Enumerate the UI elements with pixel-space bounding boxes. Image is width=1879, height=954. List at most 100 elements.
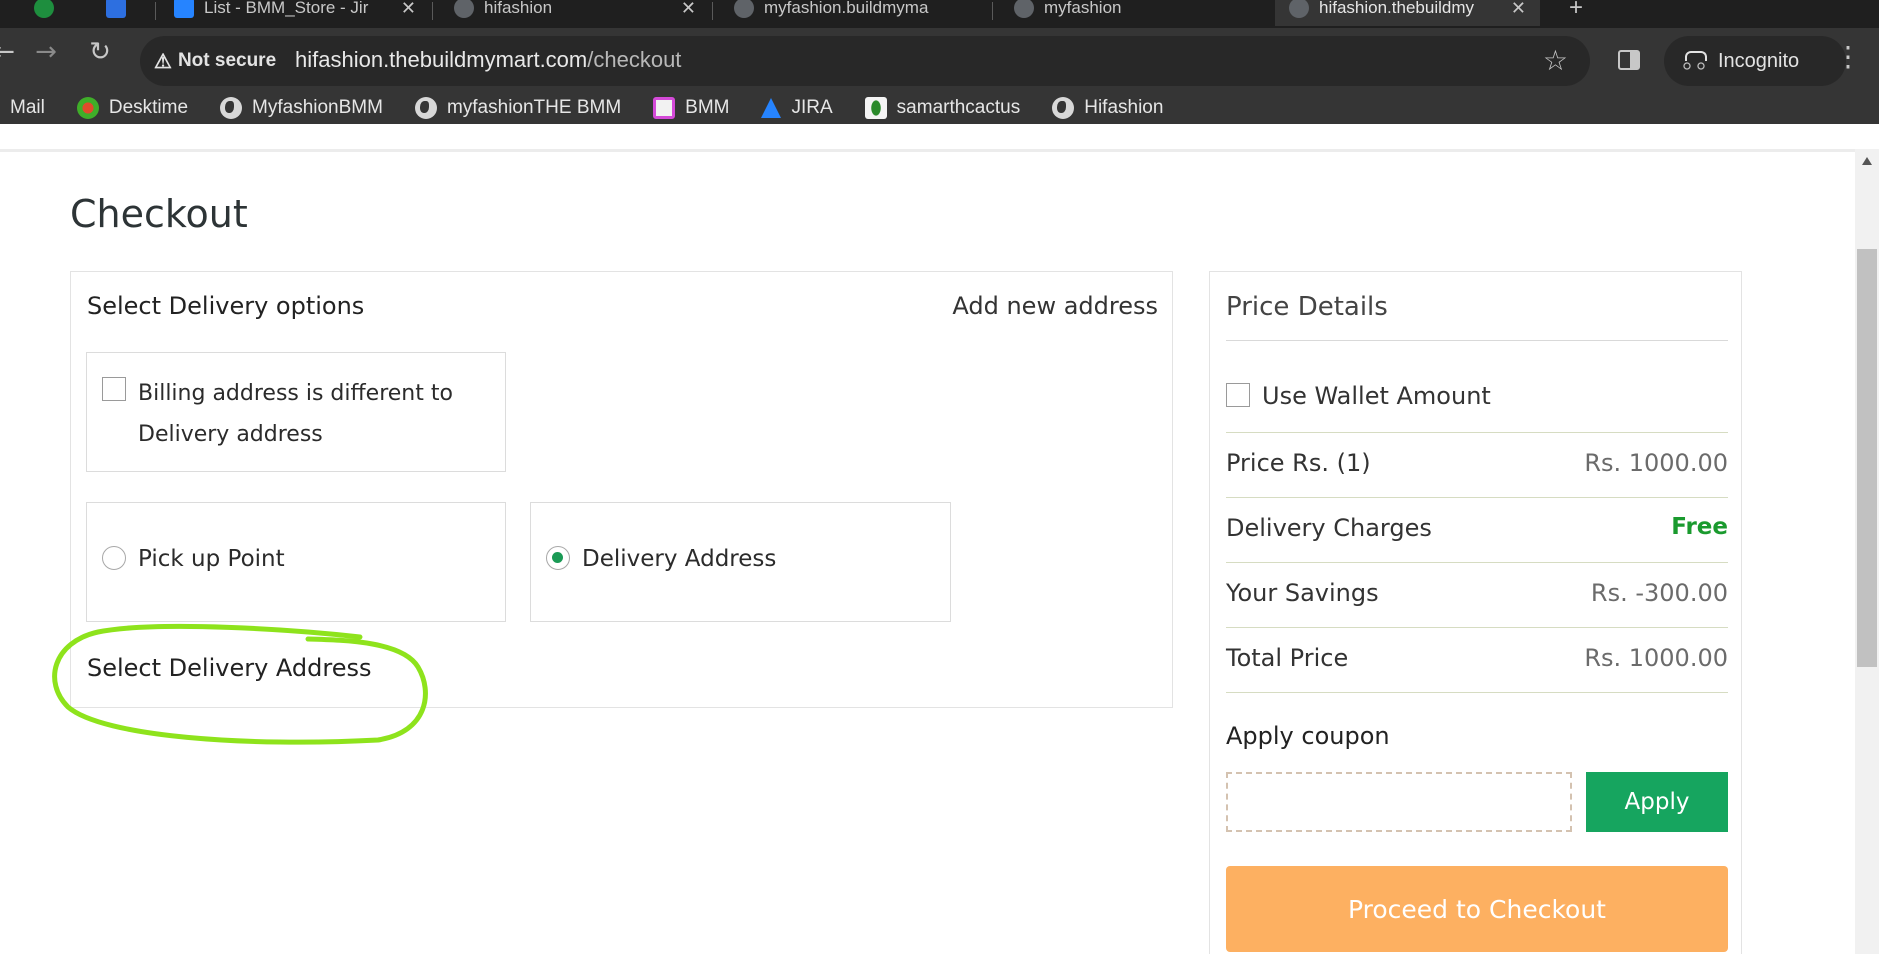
bookmark-label: BMM xyxy=(685,97,730,118)
billing-different-checkbox[interactable] xyxy=(102,377,126,401)
add-new-address-link[interactable]: Add new address xyxy=(952,292,1158,320)
coupon-input[interactable] xyxy=(1226,772,1572,832)
use-wallet-checkbox[interactable] xyxy=(1226,383,1250,407)
scroll-up-arrow-icon[interactable] xyxy=(1862,157,1872,165)
tab-favicon-icon xyxy=(106,0,126,18)
new-tab-button[interactable]: + xyxy=(1555,0,1595,26)
globe-icon xyxy=(734,0,754,18)
browser-tab[interactable] xyxy=(92,0,162,26)
browser-tab[interactable]: myfashion.buildmyma xyxy=(720,0,990,26)
incognito-indicator[interactable]: Incognito xyxy=(1664,36,1846,86)
divider xyxy=(1226,432,1728,433)
delivery-address-radio[interactable] xyxy=(546,546,570,570)
delivery-options-heading: Select Delivery options xyxy=(87,292,365,320)
bookmark-label: samarthcactus xyxy=(896,97,1021,118)
bookmark-label: Mail xyxy=(10,97,45,118)
delivery-charges-value: Free xyxy=(1671,514,1728,540)
tab-strip: List - BMM_Store - Jir ✕ hifashion ✕ myf… xyxy=(0,0,1879,28)
price-details-title: Price Details xyxy=(1226,292,1388,322)
desktime-icon xyxy=(76,97,99,119)
tab-title: hifashion.thebuildmy xyxy=(1319,0,1474,17)
price-row: Price Rs. (1) Rs. 1000.00 xyxy=(1226,449,1728,477)
pickup-point-label: Pick up Point xyxy=(138,546,285,572)
bookmark-hifashion[interactable]: Hifashion xyxy=(1052,97,1163,119)
delivery-charges-row: Delivery Charges Free xyxy=(1226,514,1728,542)
globe-icon xyxy=(1052,97,1075,119)
price-row-label: Price Rs. (1) xyxy=(1226,449,1371,477)
globe-icon xyxy=(220,97,243,119)
savings-row: Your Savings Rs. -300.00 xyxy=(1226,579,1728,607)
billing-different-option[interactable]: Billing address is different to Delivery… xyxy=(86,352,506,472)
jira-icon xyxy=(761,98,782,118)
page-title: Checkout xyxy=(70,192,248,236)
kebab-menu-icon[interactable]: ⋮ xyxy=(1834,40,1862,73)
close-icon[interactable]: ✕ xyxy=(681,0,696,19)
browser-tab-active[interactable]: hifashion.thebuildmy ✕ xyxy=(1275,0,1540,26)
price-details-panel: Price Details Use Wallet Amount Price Rs… xyxy=(1209,271,1742,954)
close-icon[interactable]: ✕ xyxy=(1511,0,1526,19)
use-wallet-label: Use Wallet Amount xyxy=(1262,382,1491,410)
bookmark-label: Hifashion xyxy=(1084,97,1164,118)
pickup-point-radio[interactable] xyxy=(102,546,126,570)
bookmark-myfashionbmm[interactable]: MyfashionBMM xyxy=(220,97,383,119)
close-icon[interactable]: ✕ xyxy=(401,0,416,19)
divider xyxy=(1226,627,1728,628)
tab-title: myfashion xyxy=(1044,0,1122,17)
select-delivery-address-heading: Select Delivery Address xyxy=(87,654,372,682)
security-label: Not secure xyxy=(177,50,277,71)
side-panel-icon[interactable] xyxy=(1618,50,1640,70)
cactus-icon xyxy=(864,97,887,119)
tab-separator xyxy=(155,2,156,20)
globe-icon xyxy=(414,97,437,119)
browser-tab[interactable]: List - BMM_Store - Jir ✕ xyxy=(160,0,430,26)
url-text[interactable]: hifashion.thebuildmymart.com/checkout xyxy=(295,47,681,73)
tab-title: myfashion.buildmyma xyxy=(764,0,929,17)
bookmark-myfashionthe-bmm[interactable]: myfashionTHE BMM xyxy=(414,97,621,119)
bookmark-bmm[interactable]: BMM xyxy=(653,97,729,119)
globe-icon xyxy=(1014,0,1034,18)
back-arrow-icon[interactable]: ← xyxy=(0,34,22,70)
proceed-to-checkout-button[interactable]: Proceed to Checkout xyxy=(1226,866,1728,952)
divider xyxy=(1226,692,1728,693)
address-bar[interactable]: ⚠ Not secure hifashion.thebuildmymart.co… xyxy=(140,36,1590,86)
divider xyxy=(1226,497,1728,498)
forward-arrow-icon[interactable]: → xyxy=(28,34,64,70)
tab-separator xyxy=(992,2,993,20)
bookmark-desktime[interactable]: Desktime xyxy=(76,97,189,119)
total-price-value: Rs. 1000.00 xyxy=(1584,644,1728,672)
incognito-label: Incognito xyxy=(1718,49,1800,72)
bookmark-samarthcactus[interactable]: samarthcactus xyxy=(864,97,1021,119)
delivery-address-option[interactable]: Delivery Address xyxy=(530,502,951,622)
total-price-row: Total Price Rs. 1000.00 xyxy=(1226,644,1728,672)
savings-label: Your Savings xyxy=(1226,579,1379,607)
delivery-options-panel: Select Delivery options Add new address … xyxy=(70,271,1173,708)
bookmark-label: Desktime xyxy=(108,97,189,118)
tab-title: List - BMM_Store - Jir xyxy=(204,0,369,17)
apply-coupon-heading: Apply coupon xyxy=(1226,722,1390,750)
bookmark-star-icon[interactable]: ☆ xyxy=(1543,44,1568,77)
apply-coupon-button[interactable]: Apply xyxy=(1586,772,1728,832)
divider xyxy=(1226,340,1728,341)
vertical-scrollbar[interactable] xyxy=(1855,149,1879,954)
pickup-point-option[interactable]: Pick up Point xyxy=(86,502,506,622)
divider xyxy=(1226,562,1728,563)
savings-value: Rs. -300.00 xyxy=(1590,579,1728,607)
jira-tab-icon xyxy=(174,0,194,18)
browser-tab[interactable]: hifashion ✕ xyxy=(440,0,710,26)
bookmarks-bar: Mail Desktime MyfashionBMM myfashionTHE … xyxy=(0,88,1879,128)
url-host: hifashion.thebuildmymart.com xyxy=(295,47,588,72)
browser-toolbar: ← → ↻ ⚠ Not secure hifashion.thebuildmym… xyxy=(0,28,1879,124)
bookmark-label: JIRA xyxy=(791,97,833,118)
security-indicator[interactable]: ⚠ Not secure xyxy=(154,47,276,75)
globe-icon xyxy=(1289,0,1309,18)
globe-icon xyxy=(454,0,474,18)
tab-title: hifashion xyxy=(484,0,553,17)
bookmark-jira[interactable]: JIRA xyxy=(761,97,833,119)
reload-icon[interactable]: ↻ xyxy=(82,34,118,70)
bookmark-label: MyfashionBMM xyxy=(252,97,383,118)
tab-favicon-icon xyxy=(34,0,54,18)
scrollbar-thumb[interactable] xyxy=(1857,249,1877,667)
billing-different-label: Billing address is different to Delivery… xyxy=(138,381,453,447)
bookmark-mail[interactable]: Mail xyxy=(10,97,45,119)
browser-tab[interactable]: myfashion xyxy=(1000,0,1270,26)
